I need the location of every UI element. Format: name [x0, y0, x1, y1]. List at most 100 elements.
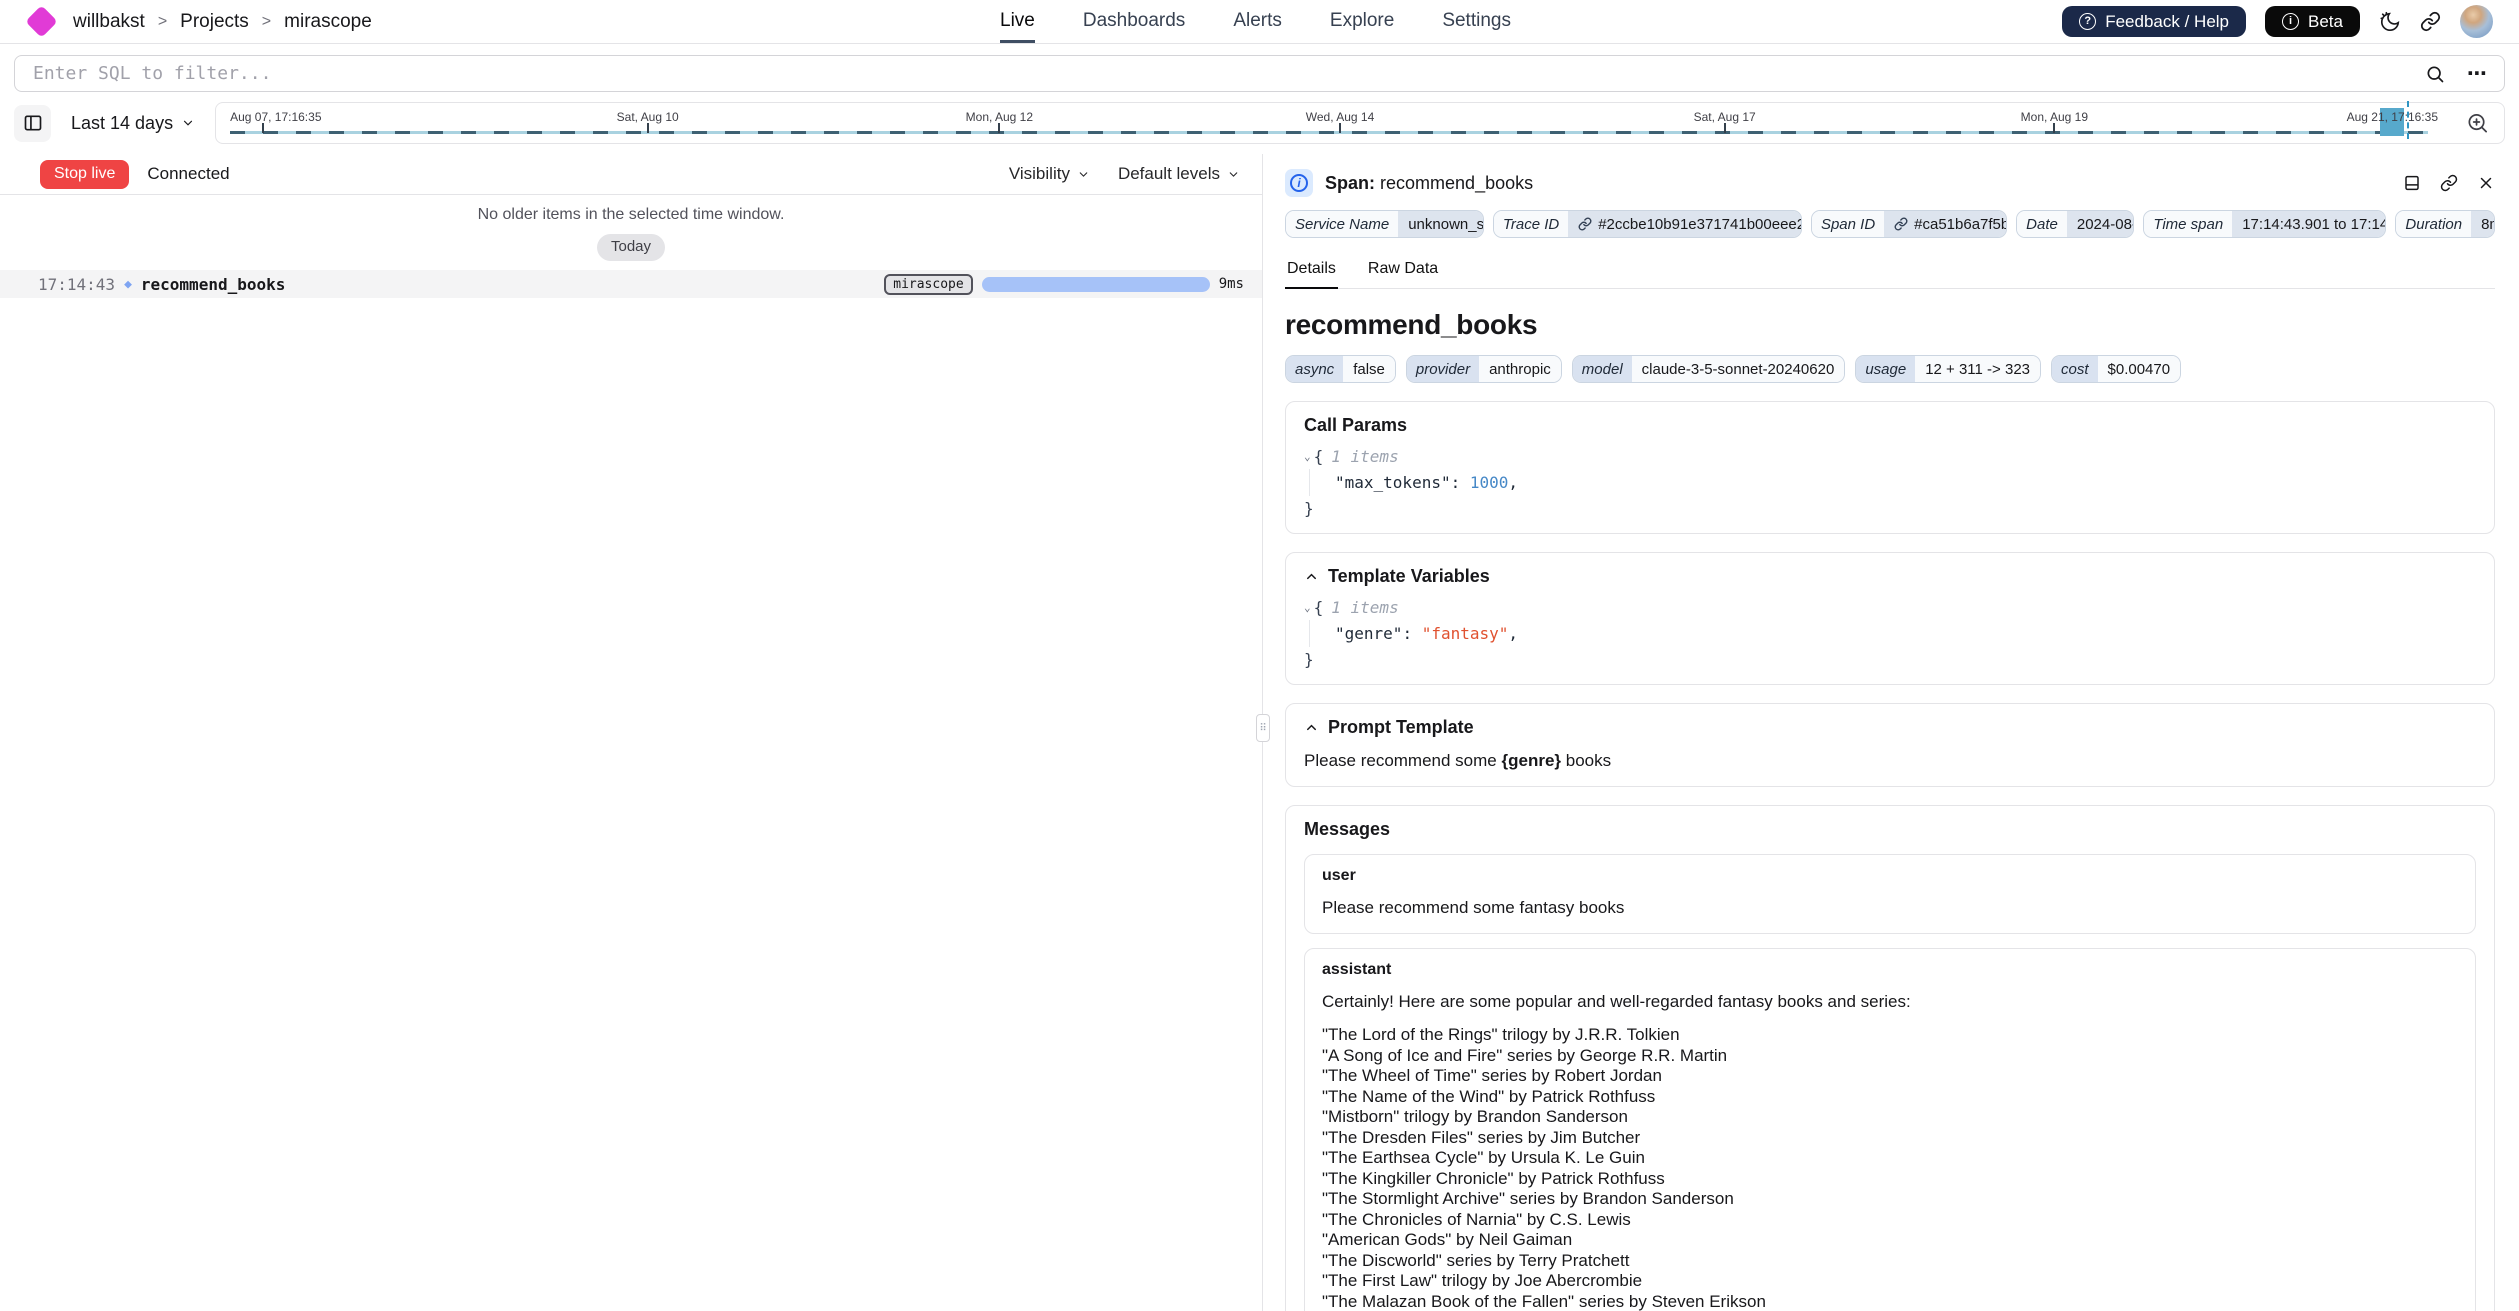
- badge-value: $0.00470: [2098, 356, 2181, 382]
- user-avatar[interactable]: [2460, 5, 2493, 38]
- timeline-tick: [262, 123, 264, 133]
- timeline-chart[interactable]: Aug 07, 17:16:35 Sat, Aug 10 Mon, Aug 12…: [215, 102, 2505, 144]
- time-range-label: Last 14 days: [71, 113, 173, 134]
- item-count-note: 1 items: [1331, 447, 1398, 466]
- breadcrumb-org[interactable]: willbakst: [73, 11, 145, 33]
- card-title-text: Call Params: [1304, 415, 1407, 436]
- call-params-json: ⌄{1 items "max_tokens": 1000, }: [1304, 447, 2476, 518]
- nav-tab-settings[interactable]: Settings: [1442, 0, 1511, 43]
- link-icon[interactable]: [1578, 217, 1592, 231]
- link-icon[interactable]: [1894, 217, 1908, 231]
- trace-row-recommend-books[interactable]: 17:14:43 ◆ recommend_books mirascope 9ms: [0, 270, 1262, 298]
- main-content: Stop live Connected Visibility Default l…: [0, 154, 2519, 1311]
- visibility-label: Visibility: [1009, 164, 1070, 184]
- badge-value-text: 2024-08-21: [2077, 216, 2134, 233]
- nav-tab-explore[interactable]: Explore: [1330, 0, 1394, 43]
- span-tabs: Details Raw Data: [1285, 253, 2495, 289]
- zoom-in-button[interactable]: [2466, 112, 2489, 135]
- list-item: "Mistborn" trilogy by Brandon Sanderson: [1322, 1107, 2458, 1128]
- duration-bar: [982, 277, 1210, 292]
- span-title: Span: recommend_books: [1325, 173, 1533, 194]
- span-diamond-icon: ◆: [124, 277, 132, 292]
- badge-label: async: [1286, 356, 1343, 382]
- collapse-caret-icon[interactable]: ⌄: [1304, 450, 1311, 463]
- trace-name: recommend_books: [141, 275, 286, 294]
- close-panel-button[interactable]: [2477, 174, 2495, 192]
- search-icon[interactable]: [2425, 64, 2445, 84]
- theme-toggle-button[interactable]: [2379, 11, 2401, 33]
- header-actions: ? Feedback / Help i Beta: [2062, 5, 2493, 38]
- nav-tab-live[interactable]: Live: [1000, 0, 1035, 43]
- timeline-tick-label: Mon, Aug 19: [2021, 110, 2088, 124]
- span-title-label: Span:: [1325, 173, 1375, 193]
- prompt-template-title[interactable]: Prompt Template: [1304, 717, 2476, 738]
- template-variables-card: Template Variables ⌄{1 items "genre": "f…: [1285, 552, 2495, 685]
- stop-live-button[interactable]: Stop live: [40, 160, 129, 189]
- panel-left-icon: [23, 113, 43, 133]
- list-item: "The Dresden Files" series by Jim Butche…: [1322, 1128, 2458, 1149]
- json-sep: :: [1402, 624, 1421, 643]
- call-params-card: Call Params ⌄{1 items "max_tokens": 1000…: [1285, 401, 2495, 534]
- today-badge: Today: [597, 234, 665, 261]
- zoom-in-icon: [2466, 112, 2489, 135]
- live-toolbar: Stop live Connected Visibility Default l…: [0, 154, 1262, 195]
- card-title-text: Prompt Template: [1328, 717, 1474, 738]
- duration-badge: Duration 8ms: [2395, 210, 2495, 238]
- prompt-text-after: books: [1561, 751, 1611, 770]
- list-item: "The Lord of the Rings" trilogy by J.R.R…: [1322, 1025, 2458, 1046]
- sidebar-toggle-button[interactable]: [14, 105, 51, 142]
- prompt-text-before: Please recommend some: [1304, 751, 1501, 770]
- nav-tab-dashboards[interactable]: Dashboards: [1083, 0, 1185, 43]
- open-panel-button[interactable]: [2403, 174, 2421, 192]
- badge-value-text: claude-3-5-sonnet-20240620: [1642, 361, 1835, 378]
- time-range-dropdown[interactable]: Last 14 days: [61, 113, 205, 134]
- json-comma: ,: [1508, 473, 1518, 492]
- sql-filter-row: ⋯: [0, 44, 2519, 102]
- breadcrumb-projects[interactable]: Projects: [180, 11, 249, 33]
- grip-icon: ⠿: [1259, 723, 1266, 734]
- badge-value: 12 + 311 -> 323: [1915, 356, 2040, 382]
- user-message-card: user Please recommend some fantasy books: [1304, 854, 2476, 934]
- badge-label: Date: [2017, 211, 2067, 237]
- timeline-plot[interactable]: Aug 07, 17:16:35 Sat, Aug 10 Mon, Aug 12…: [230, 103, 2428, 143]
- nav-tab-alerts[interactable]: Alerts: [1233, 0, 1282, 43]
- collapse-caret-icon[interactable]: ⌄: [1304, 601, 1311, 614]
- copy-link-button[interactable]: [2440, 174, 2458, 192]
- tab-details[interactable]: Details: [1285, 253, 1338, 289]
- breadcrumb-project-name[interactable]: mirascope: [284, 11, 372, 33]
- feedback-help-button[interactable]: ? Feedback / Help: [2062, 6, 2246, 37]
- card-title-text: Messages: [1304, 819, 1390, 840]
- question-icon: ?: [2079, 13, 2096, 30]
- timeline-row: Last 14 days Aug 07, 17:16:35 Sat, Aug 1…: [14, 102, 2505, 144]
- span-header: i Span: recommend_books: [1285, 169, 2495, 197]
- messages-title: Messages: [1304, 819, 2476, 840]
- share-link-button[interactable]: [2420, 11, 2441, 32]
- visibility-dropdown[interactable]: Visibility: [1009, 164, 1090, 184]
- item-count-note: 1 items: [1331, 598, 1398, 617]
- default-levels-dropdown[interactable]: Default levels: [1118, 164, 1240, 184]
- close-brace: }: [1304, 499, 2476, 518]
- badge-label: Duration: [2396, 211, 2471, 237]
- breadcrumb-separator: >: [262, 13, 271, 31]
- template-variables-title[interactable]: Template Variables: [1304, 566, 2476, 587]
- list-item: "The Wheel of Time" series by Robert Jor…: [1322, 1066, 2458, 1087]
- live-traces-panel: Stop live Connected Visibility Default l…: [0, 154, 1263, 1311]
- more-options-icon[interactable]: ⋯: [2467, 64, 2488, 84]
- open-brace: {: [1314, 447, 1324, 466]
- beta-button[interactable]: i Beta: [2265, 6, 2360, 37]
- trace-id-badge: Trace ID #2ccbe10b91e371741b00eee2bdbc00…: [1493, 210, 1802, 238]
- user-message-text: Please recommend some fantasy books: [1322, 898, 2458, 918]
- sql-filter-input[interactable]: [31, 62, 2403, 85]
- app-logo-icon[interactable]: [25, 5, 58, 38]
- json-key: "genre": [1335, 624, 1402, 643]
- timeline-tick: [647, 123, 649, 133]
- prompt-template-text: Please recommend some {genre} books: [1304, 751, 2476, 771]
- panel-resize-handle[interactable]: ⠿: [1256, 714, 1270, 742]
- timeline-tick: [998, 123, 1000, 133]
- info-icon: i: [2282, 13, 2299, 30]
- tab-raw-data[interactable]: Raw Data: [1366, 253, 1440, 289]
- call-params-title: Call Params: [1304, 415, 2476, 436]
- usage-badge: usage 12 + 311 -> 323: [1855, 355, 2041, 383]
- empty-window-message: No older items in the selected time wind…: [478, 206, 785, 224]
- badge-value: unknown_service: [1398, 211, 1484, 237]
